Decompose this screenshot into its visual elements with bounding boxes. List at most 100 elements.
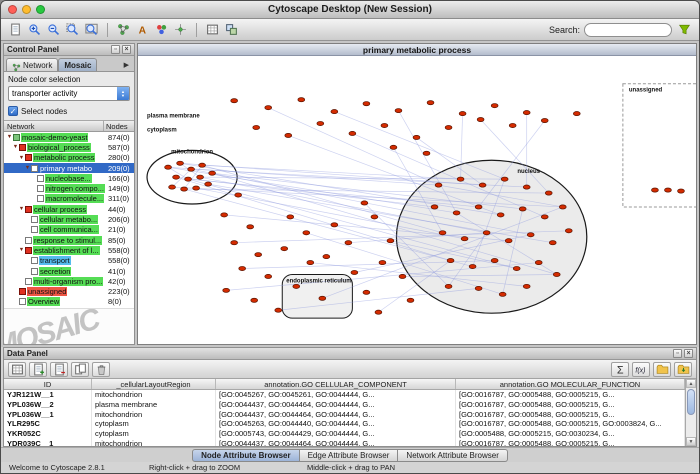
- column-header[interactable]: annotation.GO MOLECULAR_FUNCTION: [456, 379, 685, 389]
- network-node[interactable]: [565, 229, 572, 233]
- table-cell[interactable]: mitochondrion: [92, 390, 216, 400]
- network-node[interactable]: [505, 239, 512, 243]
- tab-overflow-arrow-icon[interactable]: ▶: [121, 59, 132, 71]
- folder-open-icon[interactable]: [653, 362, 671, 377]
- network-node[interactable]: [199, 163, 206, 167]
- color-attribute-select[interactable]: transporter activity ▲▼: [8, 86, 130, 101]
- network-node[interactable]: [395, 109, 402, 113]
- network-node[interactable]: [491, 104, 498, 108]
- network-node[interactable]: [371, 215, 378, 219]
- network-node[interactable]: [541, 118, 548, 122]
- table-cell[interactable]: [GO:0016787, GO:0005488, GO:0005215, G..…: [456, 400, 685, 410]
- close-panel-icon[interactable]: ×: [122, 45, 131, 54]
- table-cell[interactable]: mitochondrion: [92, 439, 216, 446]
- tab-edge-attribute-browser[interactable]: Edge Attribute Browser: [300, 449, 399, 462]
- folder-import-icon[interactable]: [674, 362, 692, 377]
- table-cell[interactable]: [GO:0045267, GO:0045261, GO:0044444, G..…: [216, 390, 456, 400]
- network-canvas[interactable]: mitochondrionnucleusendoplasmic reticulu…: [138, 56, 696, 344]
- network-node[interactable]: [545, 191, 552, 195]
- network-node[interactable]: [541, 215, 548, 219]
- network-node[interactable]: [407, 298, 414, 302]
- network-node[interactable]: [251, 298, 258, 302]
- network-node[interactable]: [331, 223, 338, 227]
- delete-attribute-icon[interactable]: [50, 362, 68, 377]
- network-node[interactable]: [459, 112, 466, 116]
- network-node[interactable]: [375, 310, 382, 314]
- expand-arrow-icon[interactable]: ▼: [18, 206, 25, 212]
- table-icon[interactable]: [8, 362, 26, 377]
- filter-icon[interactable]: [676, 21, 693, 38]
- network-node[interactable]: [293, 284, 300, 288]
- network-node[interactable]: [349, 131, 356, 135]
- table-cell[interactable]: [GO:0005743, GO:0044429, GO:0044444, G..…: [216, 429, 456, 439]
- zoom-in-icon[interactable]: [26, 21, 43, 38]
- table-cell[interactable]: plasma membrane: [92, 400, 216, 410]
- network-node[interactable]: [265, 106, 272, 110]
- network-node[interactable]: [351, 270, 358, 274]
- scroll-up-icon[interactable]: ▲: [686, 379, 696, 388]
- network-node[interactable]: [652, 188, 659, 192]
- trash-icon[interactable]: [92, 362, 110, 377]
- network-node[interactable]: [239, 266, 246, 270]
- network-node[interactable]: [193, 186, 200, 190]
- network-node[interactable]: [447, 258, 454, 262]
- table-row[interactable]: YDR039C__1mitochondrion[GO:0044437, GO:0…: [4, 439, 685, 446]
- network-node[interactable]: [497, 213, 504, 217]
- network-node[interactable]: [573, 112, 580, 116]
- network-node[interactable]: [475, 205, 482, 209]
- network-node[interactable]: [523, 185, 530, 189]
- tree-row[interactable]: cellular metabo...206(0): [4, 214, 134, 224]
- network-node[interactable]: [381, 123, 388, 127]
- tree-row[interactable]: cell communica...21(0): [4, 225, 134, 235]
- network-node[interactable]: [205, 182, 212, 186]
- group-icon[interactable]: [223, 21, 240, 38]
- network-node[interactable]: [549, 241, 556, 245]
- tree-row[interactable]: macromolecule...311(0): [4, 194, 134, 204]
- table-cell[interactable]: [GO:0016787, GO:0005488, GO:0005215, G..…: [456, 439, 685, 446]
- function-icon[interactable]: f(x): [632, 362, 650, 377]
- network-node[interactable]: [445, 284, 452, 288]
- tree-row[interactable]: response to stimul...85(0): [4, 235, 134, 245]
- column-header[interactable]: _cellularLayoutRegion: [92, 379, 216, 389]
- table-cell[interactable]: [GO:0005488, GO:0005215, GO:0030234, G..…: [456, 429, 685, 439]
- network-node[interactable]: [303, 231, 310, 235]
- tree-row[interactable]: transport558(0): [4, 256, 134, 266]
- table-cell[interactable]: [GO:0044437, GO:0044464, GO:0044444, G..…: [216, 439, 456, 446]
- table-cell[interactable]: YDR039C__1: [4, 439, 92, 446]
- layout-icon[interactable]: [172, 21, 189, 38]
- network-node[interactable]: [281, 247, 288, 251]
- new-attribute-icon[interactable]: [29, 362, 47, 377]
- table-cell[interactable]: cytoplasm: [92, 429, 216, 439]
- table-scrollbar[interactable]: ▲ ▼: [685, 379, 696, 446]
- tree-column-network[interactable]: Network: [4, 121, 104, 131]
- network-node[interactable]: [285, 133, 292, 137]
- network-node[interactable]: [317, 121, 324, 125]
- scroll-track[interactable]: [686, 388, 696, 437]
- tree-row[interactable]: ▼mosaic-demo-yeast874(0): [4, 132, 134, 142]
- network-node[interactable]: [298, 98, 305, 102]
- network-node[interactable]: [499, 292, 506, 296]
- close-datapanel-icon[interactable]: ×: [684, 349, 693, 358]
- tree-row[interactable]: unassigned223(0): [4, 286, 134, 296]
- network-node[interactable]: [173, 175, 180, 179]
- table-row[interactable]: YPL036W__2plasma membrane[GO:0044437, GO…: [4, 400, 685, 410]
- select-nodes-checkbox[interactable]: ✓ Select nodes: [8, 106, 130, 116]
- table-row[interactable]: YPL036W__1mitochondrion[GO:0044437, GO:0…: [4, 410, 685, 420]
- network-node[interactable]: [427, 101, 434, 105]
- network-node[interactable]: [453, 211, 460, 215]
- sum-icon[interactable]: Σ: [611, 362, 629, 377]
- table-cell[interactable]: [GO:0044437, GO:0044464, GO:0044444, G..…: [216, 400, 456, 410]
- tree-row[interactable]: multi-organism pro...42(0): [4, 276, 134, 286]
- network-node[interactable]: [361, 201, 368, 205]
- expand-arrow-icon[interactable]: ▼: [12, 144, 19, 150]
- tree-row[interactable]: Overview8(0): [4, 297, 134, 307]
- column-header[interactable]: ID: [4, 379, 92, 389]
- table-row[interactable]: YJR121W__1mitochondrion[GO:0045267, GO:0…: [4, 390, 685, 400]
- tree-column-nodes[interactable]: Nodes: [104, 122, 134, 131]
- network-node[interactable]: [491, 258, 498, 262]
- tab-mosaic[interactable]: Mosaic: [58, 58, 97, 71]
- table-cell[interactable]: YKR052C: [4, 429, 92, 439]
- network-node[interactable]: [231, 241, 238, 245]
- grid-icon[interactable]: [204, 21, 221, 38]
- network-node[interactable]: [331, 110, 338, 114]
